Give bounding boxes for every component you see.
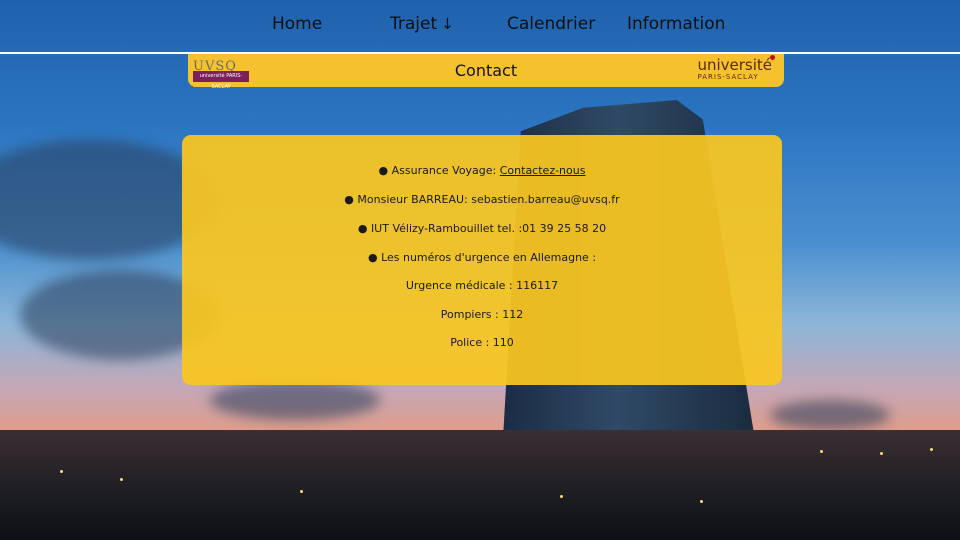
- contact-urgence-title: ● Les numéros d'urgence en Allemagne :: [182, 251, 782, 264]
- city-light: [560, 495, 563, 498]
- header-band: UVSQ université PARIS-SACLAY Contact uni…: [188, 54, 784, 90]
- city-light: [700, 500, 703, 503]
- city-light: [60, 470, 63, 473]
- arrow-down-icon: ↓: [441, 15, 454, 33]
- barreau-text: Monsieur BARREAU: sebastien.barreau@uvsq…: [357, 193, 620, 206]
- bullet-icon: ●: [367, 251, 378, 264]
- assurance-label: Assurance Voyage:: [391, 164, 500, 177]
- nav-trajet-label: Trajet: [390, 14, 438, 34]
- contact-barreau: ● Monsieur BARREAU: sebastien.barreau@uv…: [182, 193, 782, 206]
- universite-paris-saclay-logo[interactable]: université PARIS-SACLAY: [697, 55, 775, 81]
- contact-us-link[interactable]: Contactez-nous: [500, 164, 586, 177]
- contact-assurance: ● Assurance Voyage: Contactez-nous: [182, 164, 782, 177]
- logo-dot-icon: [770, 55, 775, 60]
- page-title: Contact: [454, 61, 518, 80]
- ups-logo-main: université: [697, 56, 772, 74]
- bullet-icon: ●: [357, 222, 368, 235]
- ups-logo-sub: PARIS-SACLAY: [697, 73, 759, 81]
- contact-iut: ● IUT Vélizy-Rambouillet tel. :01 39 25 …: [182, 222, 782, 235]
- city-light: [930, 448, 933, 451]
- nav-trajet[interactable]: Trajet ↓: [390, 14, 454, 34]
- bullet-icon: ●: [378, 164, 389, 177]
- nav-calendrier[interactable]: Calendrier: [507, 14, 595, 34]
- iut-text: IUT Vélizy-Rambouillet tel. :01 39 25 58…: [370, 222, 607, 235]
- bullet-icon: ●: [344, 193, 354, 206]
- city-skyline: [0, 430, 960, 540]
- city-light: [880, 452, 883, 455]
- city-light: [120, 478, 123, 481]
- cloud: [770, 400, 890, 430]
- urgence-medicale: Urgence médicale : 116117: [405, 279, 559, 292]
- contact-panel: ● Assurance Voyage: Contactez-nous ● Mon…: [182, 135, 782, 385]
- city-light: [300, 490, 303, 493]
- police: Police : 110: [450, 336, 514, 349]
- cloud: [210, 380, 380, 420]
- nav-home[interactable]: Home: [272, 14, 322, 34]
- top-nav: Home Trajet ↓ Calendrier Information: [0, 0, 960, 54]
- pompiers: Pompiers : 112: [440, 308, 524, 321]
- city-light: [820, 450, 823, 453]
- nav-information[interactable]: Information: [627, 14, 725, 34]
- urgence-title-text: Les numéros d'urgence en Allemagne :: [381, 251, 597, 264]
